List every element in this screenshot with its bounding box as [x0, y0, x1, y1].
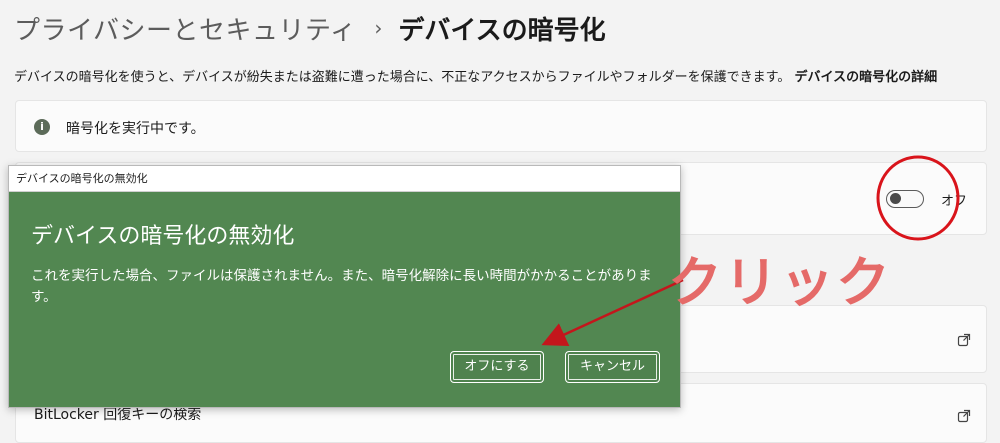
- external-link-icon: [957, 333, 971, 347]
- dialog-titlebar[interactable]: デバイスの暗号化の無効化: [9, 166, 680, 192]
- click-annotation-label: クリック: [668, 251, 892, 314]
- external-link-icon: [957, 409, 971, 423]
- learn-more-link[interactable]: デバイスの暗号化の詳細: [795, 70, 938, 85]
- disable-encryption-dialog: デバイスの暗号化の無効化 デバイスの暗号化の無効化 これを実行した場合、ファイル…: [8, 165, 681, 408]
- page-title: デバイスの暗号化: [398, 15, 606, 46]
- status-text: 暗号化を実行中です。: [66, 121, 205, 137]
- device-encryption-toggle[interactable]: [886, 190, 924, 208]
- page-description: デバイスの暗号化を使うと、デバイスが紛失または盗難に遭った場合に、不正なアクセス…: [14, 66, 937, 85]
- toggle-knob: [890, 193, 901, 204]
- dialog-heading: デバイスの暗号化の無効化: [31, 224, 295, 249]
- encryption-status-card: i 暗号化を実行中です。: [15, 100, 987, 152]
- toggle-state-label: オフ: [941, 194, 968, 209]
- breadcrumb-parent[interactable]: プライバシーとセキュリティ: [14, 10, 356, 47]
- cancel-button[interactable]: キャンセル: [565, 351, 660, 383]
- turn-off-button[interactable]: オフにする: [450, 351, 544, 383]
- description-text: デバイスの暗号化を使うと、デバイスが紛失または盗難に遭った場合に、不正なアクセス…: [14, 70, 791, 85]
- dialog-message: これを実行した場合、ファイルは保護されません。また、暗号化解除に長い時間がかかる…: [31, 268, 652, 305]
- page-header: プライバシーとセキュリティ › デバイスの暗号化: [14, 8, 606, 48]
- info-icon: i: [34, 119, 50, 135]
- breadcrumb-separator-icon: ›: [374, 16, 383, 40]
